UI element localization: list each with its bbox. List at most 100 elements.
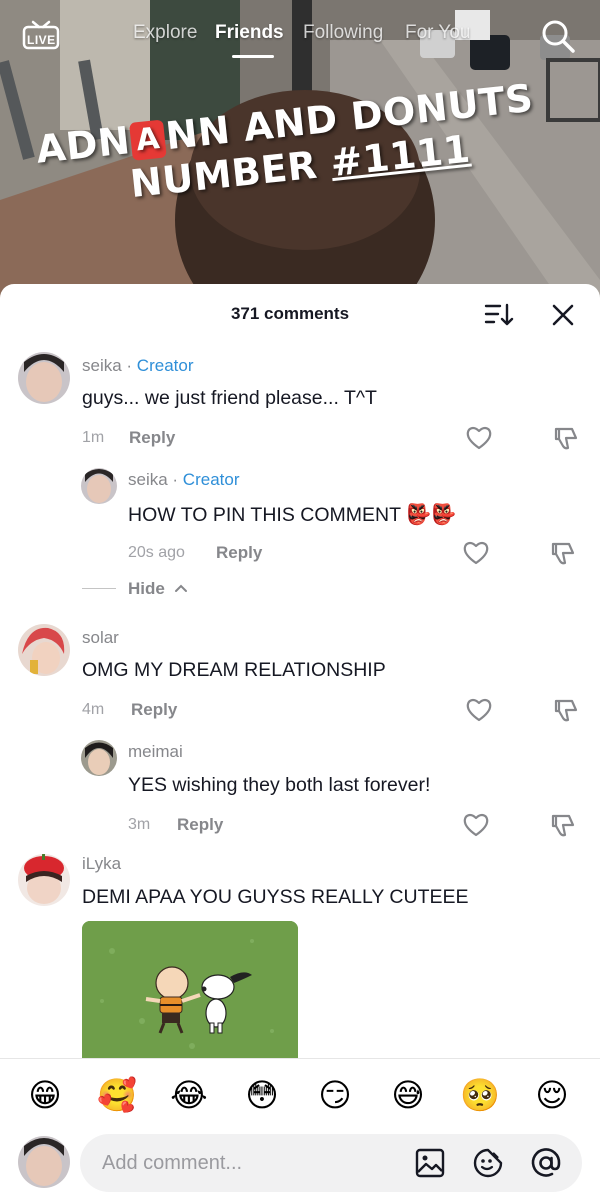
emoji-grin[interactable]: 😁 (25, 1075, 65, 1115)
comment-input-container[interactable] (80, 1134, 582, 1192)
like-button[interactable] (465, 424, 493, 452)
comment-item: seika · Creator guys... we just friend p… (0, 352, 600, 450)
emoji-relieved[interactable]: 😌 (532, 1075, 572, 1115)
separator: · (121, 356, 137, 375)
video-background[interactable]: LIVE Explore Friends Following For You A… (0, 0, 600, 300)
mention-button[interactable] (530, 1147, 562, 1179)
tab-friends[interactable]: Friends (215, 22, 284, 44)
emoji-smirk[interactable]: 😏 (315, 1075, 355, 1115)
reply-button[interactable]: Reply (131, 700, 177, 720)
emoji-joy[interactable]: 😂 (169, 1075, 209, 1115)
live-label: LIVE (27, 33, 56, 47)
creator-badge: Creator (136, 356, 194, 375)
close-icon (552, 304, 574, 326)
separator: · (167, 470, 183, 489)
tab-explore[interactable]: Explore (133, 22, 197, 44)
heart-icon (466, 698, 492, 722)
like-button[interactable] (462, 811, 490, 839)
comment-item: solar OMG MY DREAM RELATIONSHIP 4m Reply (0, 624, 600, 722)
comment-text-body: HOW TO PIN THIS COMMENT (128, 504, 401, 526)
thumbs-down-icon (554, 699, 578, 722)
avatar-photo (18, 854, 70, 906)
avatar[interactable] (18, 352, 70, 404)
thumbs-down-icon (551, 542, 575, 565)
image-icon (415, 1148, 445, 1178)
comment-text: guys... we just friend please... T^T (82, 387, 377, 409)
emoji-hearts[interactable]: 🥰 (97, 1075, 137, 1115)
avatar[interactable] (81, 740, 117, 776)
comment-text: YES wishing they both last forever! (128, 774, 431, 796)
comment-item: iLyka DEMI APAA YOU GUYSS REALLY CUTEEE (0, 852, 600, 932)
comment-input-row (0, 1128, 600, 1200)
divider (82, 588, 116, 589)
avatar-photo (18, 352, 70, 404)
sticker-button[interactable] (472, 1147, 504, 1179)
reply-button[interactable]: Reply (177, 815, 223, 835)
emoji-sticker-icon (473, 1148, 503, 1178)
close-button[interactable] (550, 302, 576, 328)
heart-icon (463, 541, 489, 565)
avatar[interactable] (81, 468, 117, 504)
live-button[interactable]: LIVE (22, 20, 60, 50)
comment-time: 4m (82, 701, 105, 718)
sort-button[interactable] (484, 302, 514, 328)
avatar-photo (18, 624, 70, 676)
comment-time: 20s ago (128, 544, 185, 561)
comment-username[interactable]: iLyka (82, 854, 121, 874)
avatar[interactable] (18, 624, 70, 676)
reply-button[interactable]: Reply (129, 428, 175, 448)
reply-comment-item: seika · Creator HOW TO PIN THIS COMMENT … (0, 466, 600, 565)
like-button[interactable] (465, 696, 493, 724)
heart-icon (466, 426, 492, 450)
sort-icon (484, 303, 514, 326)
comment-username[interactable]: solar (82, 628, 119, 648)
top-navigation: LIVE Explore Friends Following For You (0, 0, 600, 72)
comment-gif[interactable] (82, 921, 298, 1061)
thumbs-down-icon (554, 427, 578, 450)
a-badge-icon: A (129, 119, 168, 161)
comment-username[interactable]: meimai (128, 742, 183, 762)
search-button[interactable] (540, 18, 576, 54)
thumbs-down-icon (551, 814, 575, 837)
creator-badge: Creator (182, 470, 240, 489)
emoji-pleading[interactable]: 🥺 (460, 1075, 500, 1115)
active-tab-indicator (232, 55, 274, 58)
chevron-up-icon (174, 584, 187, 592)
emoji-sweat-smile[interactable]: 😅 (388, 1075, 428, 1115)
dancing-cartoon-gif (82, 921, 298, 1061)
comment-text: DEMI APAA YOU GUYSS REALLY CUTEEE (82, 886, 469, 908)
sheet-header: 371 comments (0, 284, 600, 346)
tab-following[interactable]: Following (303, 22, 383, 44)
search-icon (542, 20, 575, 53)
hide-replies-button[interactable]: Hide (82, 579, 188, 599)
avatar-photo (81, 468, 117, 504)
comment-username[interactable]: seika · Creator (82, 356, 193, 376)
comment-username[interactable]: seika · Creator (128, 470, 239, 490)
heart-icon (463, 813, 489, 837)
comment-input[interactable] (102, 1147, 402, 1179)
comment-text: HOW TO PIN THIS COMMENT 👺👺 (128, 502, 456, 527)
avatar[interactable] (18, 854, 70, 906)
comment-time: 3m (128, 816, 151, 833)
dislike-button[interactable] (549, 811, 577, 839)
dislike-button[interactable] (549, 539, 577, 567)
like-button[interactable] (462, 539, 490, 567)
avatar-photo (18, 1136, 70, 1188)
image-button[interactable] (414, 1147, 446, 1179)
comment-time: 1m (82, 429, 105, 446)
emoji-quick-bar: 😁 🥰 😂 😳 😏 😅 🥺 😌 (0, 1058, 600, 1128)
dislike-button[interactable] (552, 696, 580, 724)
reply-comment-item: meimai YES wishing they both last foreve… (0, 738, 600, 837)
dislike-button[interactable] (552, 424, 580, 452)
username: seika (128, 470, 168, 489)
goblin-emoji: 👺👺 (406, 502, 456, 526)
avatar-photo (81, 740, 117, 776)
reply-button[interactable]: Reply (216, 543, 262, 563)
emoji-flushed[interactable]: 😳 (242, 1075, 282, 1115)
comment-text: OMG MY DREAM RELATIONSHIP (82, 659, 386, 681)
my-avatar (18, 1136, 70, 1188)
at-sign-icon (531, 1148, 561, 1177)
tab-for-you[interactable]: For You (405, 22, 471, 44)
username: seika (82, 356, 122, 375)
hide-label: Hide (128, 579, 165, 598)
